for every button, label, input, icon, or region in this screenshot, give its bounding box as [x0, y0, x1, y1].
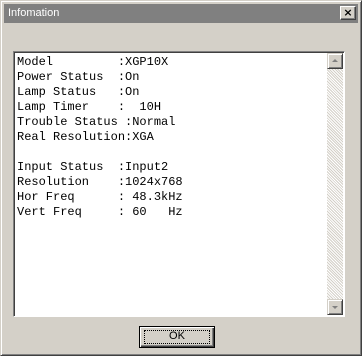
scroll-down-button[interactable] [327, 299, 343, 315]
info-line-real-resolution: Real Resolution:XGA [17, 130, 154, 144]
info-line-input-status: Input Status :Input2 [17, 160, 169, 174]
info-line-lamp-status: Lamp Status :On [17, 85, 140, 99]
vertical-scrollbar[interactable] [327, 53, 343, 315]
information-dialog: Infomation × Model :XGP10X Power Status … [0, 0, 362, 356]
info-line-trouble-status: Trouble Status :Normal [17, 115, 176, 129]
info-line-lamp-timer: Lamp Timer : 10H [17, 100, 162, 114]
close-icon: × [343, 6, 353, 19]
info-line-power-status: Power Status :On [17, 70, 140, 84]
ok-button-label: OK [169, 330, 185, 342]
info-text-area[interactable]: Model :XGP10X Power Status :On Lamp Stat… [13, 51, 345, 317]
info-line-vert-freq: Vert Freq : 60 Hz [17, 205, 183, 219]
info-line-hor-freq: Hor Freq : 48.3kHz [17, 190, 183, 204]
info-text: Model :XGP10X Power Status :On Lamp Stat… [17, 55, 323, 220]
title-bar[interactable]: Infomation × [4, 4, 358, 23]
ok-button[interactable]: OK [139, 326, 215, 348]
arrow-up-icon [332, 59, 338, 62]
info-line-model: Model :XGP10X [17, 55, 169, 69]
info-line-resolution: Resolution :1024x768 [17, 175, 183, 189]
window-title: Infomation [8, 7, 60, 19]
scroll-up-button[interactable] [327, 53, 343, 69]
close-button[interactable]: × [340, 6, 356, 20]
arrow-down-icon [332, 306, 338, 309]
